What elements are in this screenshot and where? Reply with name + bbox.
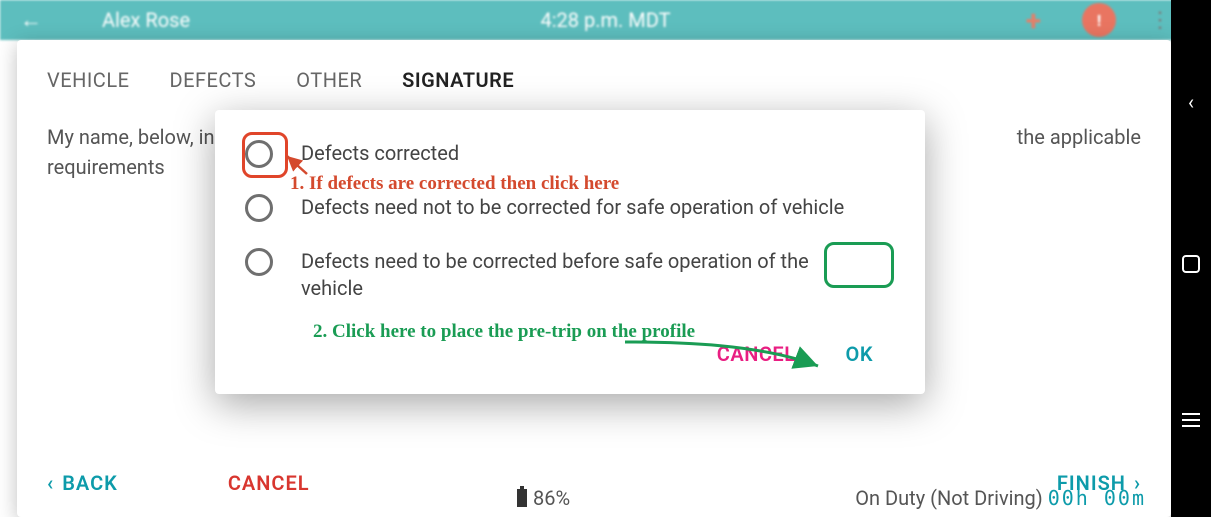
option-need-not-correct[interactable]: Defects need not to be corrected for saf…: [245, 194, 895, 222]
option-need-correct[interactable]: Defects need to be corrected before safe…: [245, 248, 895, 302]
option-label: Defects corrected: [301, 140, 459, 167]
dialog-cancel-button[interactable]: CANCEL: [717, 342, 796, 366]
defects-dialog: Defects corrected Defects need not to be…: [215, 110, 925, 394]
option-defects-corrected[interactable]: Defects corrected: [245, 140, 895, 168]
dialog-actions: CANCEL OK: [245, 328, 895, 382]
radio-icon[interactable]: [245, 140, 273, 168]
radio-icon[interactable]: [245, 248, 273, 276]
option-label: Defects need to be corrected before safe…: [301, 248, 861, 302]
option-label: Defects need not to be corrected for saf…: [301, 194, 844, 221]
radio-icon[interactable]: [245, 194, 273, 222]
dialog-ok-button[interactable]: OK: [828, 336, 891, 372]
